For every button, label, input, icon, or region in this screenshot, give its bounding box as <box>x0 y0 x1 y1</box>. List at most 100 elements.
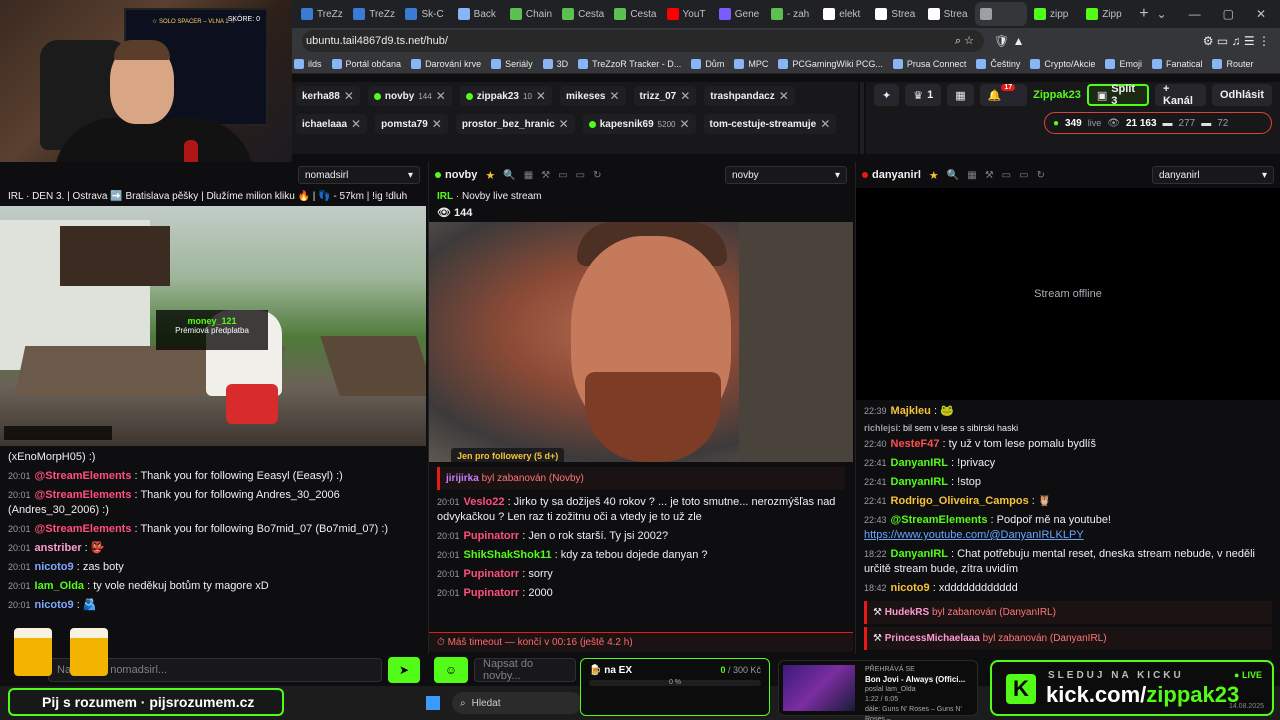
browser-tab[interactable]: Strea <box>923 2 973 26</box>
refresh-icon[interactable]: ↻ <box>1037 170 1045 181</box>
message-author[interactable]: Iam_Olda <box>35 580 85 592</box>
maximize-icon[interactable]: ▢ <box>1223 7 1234 21</box>
bookmark-item[interactable]: TreZzoR Tracker - D... <box>578 58 681 69</box>
close-icon[interactable]: ✕ <box>351 117 361 131</box>
close-icon[interactable]: ✕ <box>779 89 789 103</box>
hammer-icon[interactable]: ⚒ <box>985 170 994 181</box>
logout-button[interactable]: Odhlásit <box>1211 84 1272 106</box>
message-author[interactable]: @StreamElements <box>891 514 988 526</box>
username[interactable]: Zippak23 <box>1033 89 1081 101</box>
message-author[interactable]: @StreamElements <box>35 470 132 482</box>
popout-icon[interactable]: ▭ <box>1019 170 1028 181</box>
bookmark-item[interactable]: Crypto/Akcie <box>1030 58 1095 69</box>
browser-tab[interactable]: Chain <box>505 2 555 26</box>
chat-icon[interactable]: ▭ <box>1002 170 1011 181</box>
channel-select[interactable]: danyanirl ▾ <box>1152 166 1274 184</box>
star-icon[interactable]: ★ <box>485 169 495 182</box>
message-author[interactable]: @StreamElements <box>35 489 132 501</box>
minimize-icon[interactable]: — <box>1189 7 1201 21</box>
message-author[interactable]: Veslo22 <box>464 496 505 508</box>
banned-user[interactable]: PrincessMichaelaaa <box>885 633 980 644</box>
bookmark-item[interactable]: PCGamingWiki PCG... <box>778 58 883 69</box>
browser-tab[interactable]: TreZz <box>296 2 346 26</box>
message-author[interactable]: anstriber <box>35 542 82 554</box>
close-icon[interactable]: ✕ <box>344 89 354 103</box>
new-tab-button[interactable]: + <box>1133 5 1154 23</box>
close-icon[interactable]: ✕ <box>679 117 689 131</box>
message-link[interactable]: https://www.youtube.com/@DanyanIRLKLPY <box>864 529 1084 541</box>
bookmark-item[interactable]: 3D <box>542 58 568 69</box>
close-icon[interactable]: ✕ <box>820 117 830 131</box>
add-channel-button[interactable]: + Kanál <box>1154 83 1206 107</box>
bookmark-item[interactable]: Češtiny <box>976 58 1020 69</box>
channel-chip[interactable]: ichaelaaa ✕ <box>296 114 368 134</box>
message-author[interactable]: NesteF47 <box>891 438 940 450</box>
browser-tab[interactable]: Back <box>453 2 503 26</box>
star-icon[interactable]: ★ <box>929 169 939 182</box>
video-player[interactable]: money_121 Prémiová předplatba <box>0 206 426 446</box>
chat-input-novby[interactable]: Napsat do novby... <box>474 658 576 682</box>
browser-tab[interactable]: - zah <box>766 2 816 26</box>
emoji-button[interactable]: ☺ <box>434 657 468 683</box>
browser-tab[interactable] <box>974 2 1027 26</box>
grid-icon[interactable]: ▦ <box>524 170 533 181</box>
message-author[interactable]: Pupinatorr <box>464 568 520 580</box>
chart-button[interactable]: ▦ <box>947 84 974 106</box>
extension-icons[interactable]: ⚙ ▭ ♫ ☰ ⋮ <box>1203 34 1280 48</box>
channel-name[interactable]: danyanirl <box>862 169 921 181</box>
browser-tab[interactable]: Sk-C <box>400 2 450 26</box>
channel-chip[interactable]: trashpandacz ✕ <box>704 86 795 106</box>
close-icon[interactable]: ✕ <box>609 89 619 103</box>
channel-chip[interactable]: zippak23 10 ✕ <box>459 86 552 106</box>
channel-chip[interactable]: kerha88 ✕ <box>296 86 360 106</box>
message-author[interactable]: DanyanIRL <box>891 457 948 469</box>
channel-chip[interactable]: kapesnik69 5200 ✕ <box>582 114 696 134</box>
channel-chip[interactable]: prostor_bez_hranic ✕ <box>455 114 575 134</box>
notification-button[interactable]: 🔔 17 <box>979 83 1028 106</box>
bookmark-item[interactable]: Emoji <box>1105 58 1142 69</box>
channel-select[interactable]: novby ▾ <box>725 166 847 184</box>
chat-icon[interactable]: ▭ <box>558 170 567 181</box>
tab-search-icon[interactable]: ⌄ <box>1157 7 1167 21</box>
video-player[interactable]: Stream offline <box>856 188 1280 400</box>
bookmark-item[interactable]: Portál občana <box>331 58 401 69</box>
message-author[interactable]: jirijirka <box>446 473 479 484</box>
browser-tab[interactable]: Cesta <box>557 2 607 26</box>
bookmark-item[interactable]: Router <box>1212 58 1254 69</box>
zoom-icon[interactable]: ⌕ ☆ <box>955 34 974 48</box>
channel-chip[interactable]: mikeses ✕ <box>559 86 626 106</box>
browser-tab[interactable]: Gene <box>714 2 764 26</box>
channel-chip[interactable]: trizz_07 ✕ <box>633 86 697 106</box>
message-author[interactable]: @StreamElements <box>35 523 132 535</box>
bookmark-item[interactable]: Seriály <box>491 58 533 69</box>
hammer-icon[interactable]: ⚒ <box>541 170 550 181</box>
close-icon[interactable]: ✕ <box>1256 7 1266 21</box>
message-author[interactable]: Rodrigo_Oliveira_Campos <box>891 495 1029 507</box>
close-icon[interactable]: ✕ <box>559 117 569 131</box>
message-author[interactable]: Pupinatorr <box>464 530 520 542</box>
bookmark-item[interactable]: Dům <box>691 58 724 69</box>
bookmark-item[interactable]: Darování krve <box>411 58 481 69</box>
grid-icon[interactable]: ▦ <box>967 170 976 181</box>
browser-tab[interactable]: elekt <box>818 2 868 26</box>
message-author[interactable]: richlejsi <box>864 423 898 433</box>
message-author[interactable]: Pupinatorr <box>464 587 520 599</box>
banned-user[interactable]: HudekRS <box>885 607 929 618</box>
bookmark-item[interactable]: MPC <box>734 58 768 69</box>
browser-tab[interactable]: Strea <box>870 2 920 26</box>
pin-button[interactable]: ✦ <box>874 84 900 106</box>
message-author[interactable]: nicoto9 <box>35 561 74 573</box>
message-author[interactable]: ShikShakShok11 <box>464 549 552 561</box>
channel-name[interactable]: novby <box>435 169 477 181</box>
bookmark-item[interactable]: Prusa Connect <box>892 58 966 69</box>
channel-chip[interactable]: pomsta79 ✕ <box>375 114 448 134</box>
browser-tab[interactable]: Zipp <box>1081 2 1131 26</box>
taskbar-search[interactable]: ⌕ Hledat <box>452 692 582 714</box>
refresh-icon[interactable]: ↻ <box>593 170 601 181</box>
message-author[interactable]: DanyanIRL <box>891 548 948 560</box>
browser-tab[interactable]: TreZz <box>348 2 398 26</box>
video-player[interactable]: Jen pro followery (5 d+) <box>429 222 853 462</box>
message-author[interactable]: nicoto9 <box>891 582 930 594</box>
windows-start-icon[interactable] <box>426 696 440 710</box>
message-author[interactable]: nicoto9 <box>35 599 74 611</box>
